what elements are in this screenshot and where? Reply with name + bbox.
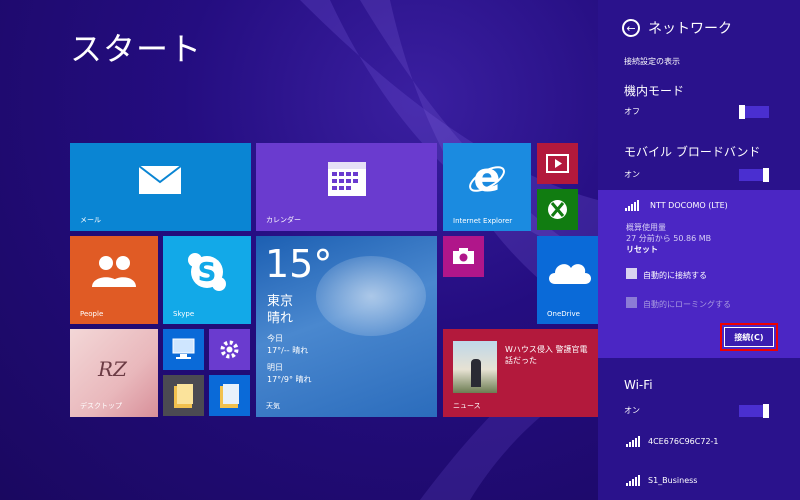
weather-label: 天気 <box>266 402 280 410</box>
auto-connect-label: 自動的に接続する <box>643 271 707 280</box>
weather-tile[interactable]: 15° 東京 晴れ 今日 17°/-- 晴れ 明日 17°/9° 晴れ 天気 <box>256 236 437 417</box>
desktop-label: デスクトップ <box>80 402 122 410</box>
wifi-network-item[interactable]: 4CE676C96C72-1 <box>626 432 786 450</box>
carrier-name: NTT DOCOMO (LTE) <box>650 201 728 210</box>
camera-tile[interactable] <box>443 236 484 277</box>
settings-tile[interactable] <box>209 329 250 370</box>
airplane-mode-label: 機内モード <box>624 84 685 98</box>
signal-strength-icon <box>625 200 639 211</box>
wifi-signal-icon <box>626 436 640 447</box>
skype-icon: S <box>187 252 227 292</box>
wifi-toggle[interactable] <box>739 404 769 418</box>
airplane-mode-state: オフ <box>624 107 640 116</box>
skype-tile[interactable]: S Skype <box>163 236 251 324</box>
svg-text:S: S <box>198 258 217 288</box>
desktop-wallpaper-text: RZ <box>98 357 127 381</box>
weather-today-forecast: 17°/-- 晴れ <box>267 346 309 355</box>
weather-tomorrow-label: 明日 <box>267 363 283 372</box>
mail-tile[interactable]: メール <box>70 143 251 231</box>
computer-tile[interactable] <box>163 329 204 370</box>
wifi-label: Wi-Fi <box>624 378 653 392</box>
xbox-games-tile[interactable] <box>537 189 578 230</box>
auto-roaming-label: 自動的にローミングする <box>643 300 731 309</box>
start-title: スタート <box>70 30 203 68</box>
usage-label: 概算使用量 <box>626 223 666 232</box>
video-tile[interactable] <box>537 143 578 184</box>
calendar-label: カレンダー <box>266 216 301 224</box>
wifi-network-name: S1_Business <box>648 476 698 485</box>
internet-explorer-tile[interactable]: e Internet Explorer <box>443 143 531 231</box>
weather-tomorrow-forecast: 17°/9° 晴れ <box>267 375 312 384</box>
computer-icon <box>171 337 196 361</box>
toggle-thumb <box>739 105 745 119</box>
panel-title: ネットワーク <box>648 21 732 37</box>
folder-icon <box>173 383 195 409</box>
internet-explorer-icon: e <box>467 157 507 197</box>
panel-header: ← ネットワーク <box>622 18 732 38</box>
news-headline: Wハウス侵入 警護官電話だった <box>505 345 588 365</box>
show-connection-settings-link[interactable]: 接続設定の表示 <box>624 56 680 67</box>
onedrive-cloud-icon <box>545 256 593 286</box>
wifi-network-item[interactable]: S1_Business <box>626 471 786 489</box>
connect-button-highlight: 接続(C) <box>720 323 778 351</box>
onedrive-tile[interactable]: OneDrive <box>537 236 598 324</box>
xbox-icon <box>547 199 568 220</box>
weather-temperature: 15° <box>265 242 333 286</box>
internet-explorer-label: Internet Explorer <box>453 217 513 225</box>
mail-label: メール <box>80 216 101 224</box>
airplane-mode-toggle[interactable] <box>739 105 769 119</box>
people-tile[interactable]: People <box>70 236 158 324</box>
back-arrow-icon[interactable]: ← <box>622 19 640 37</box>
mobile-broadband-toggle[interactable] <box>739 168 769 182</box>
connect-button[interactable]: 接続(C) <box>724 327 774 347</box>
documents-tile[interactable] <box>209 375 250 416</box>
toggle-thumb <box>763 404 769 418</box>
video-icon <box>546 154 569 173</box>
news-photo-person <box>471 359 481 387</box>
mobile-broadband-state: オン <box>624 170 640 179</box>
people-label: People <box>80 310 104 318</box>
weather-today-label: 今日 <box>267 334 283 343</box>
onedrive-label: OneDrive <box>547 310 580 318</box>
news-photo <box>453 341 497 393</box>
people-icon <box>90 254 138 288</box>
calendar-tile[interactable]: カレンダー <box>256 143 437 231</box>
news-tile[interactable]: Wハウス侵入 警護官電話だった ニュース <box>443 329 598 417</box>
usage-value: 27 分前から 50.86 MB <box>626 234 712 243</box>
wifi-network-name: 4CE676C96C72-1 <box>648 437 719 446</box>
news-label: ニュース <box>453 402 481 410</box>
weather-cloud <box>316 256 426 336</box>
weather-condition: 晴れ <box>267 311 294 326</box>
auto-connect-checkbox[interactable] <box>626 268 637 279</box>
auto-roaming-checkbox[interactable] <box>626 297 637 308</box>
reset-link[interactable]: リセット <box>626 244 658 255</box>
file-explorer-tile[interactable] <box>163 375 204 416</box>
mail-icon <box>138 165 182 195</box>
desktop-tile[interactable]: RZ デスクトップ <box>70 329 158 417</box>
toggle-thumb <box>763 168 769 182</box>
skype-label: Skype <box>173 310 195 318</box>
camera-icon <box>452 247 475 265</box>
gear-icon <box>219 339 240 360</box>
calendar-icon <box>327 159 367 197</box>
wifi-signal-icon <box>626 475 640 486</box>
wifi-state: オン <box>624 406 640 415</box>
folder-documents-icon <box>219 383 241 409</box>
mobile-broadband-label: モバイル ブロードバンド <box>624 145 761 159</box>
